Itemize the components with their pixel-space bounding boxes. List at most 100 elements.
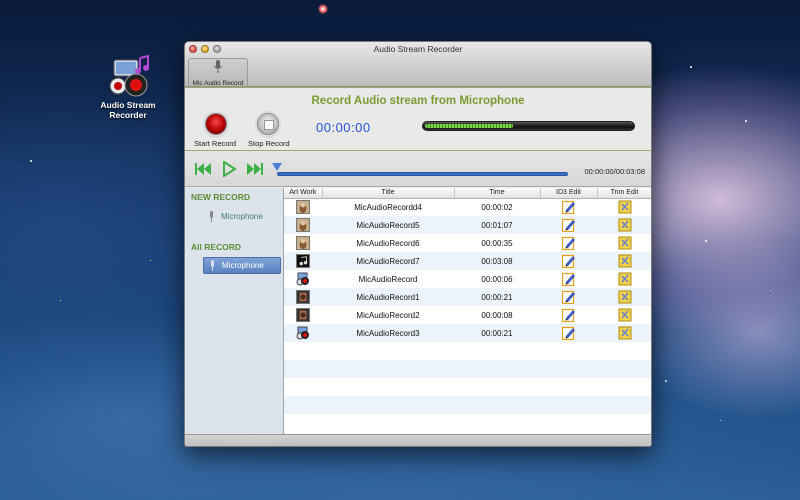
empty-row (284, 396, 651, 414)
play-button[interactable] (220, 160, 238, 178)
art-work-cell (284, 252, 322, 270)
art-work-cell (284, 270, 322, 288)
trim-edit-cell (597, 288, 651, 306)
star (770, 290, 771, 291)
id3-edit-icon[interactable] (561, 236, 576, 250)
art-work-cell (284, 306, 322, 324)
column-header-art-work[interactable]: Art Work (284, 188, 323, 199)
title-cell: MicAudioRecord (322, 270, 454, 288)
stop-record-label[interactable]: Stop Record (248, 139, 290, 148)
id3-edit-icon[interactable] (561, 201, 576, 215)
trim-edit-icon[interactable] (618, 290, 632, 304)
app-window: Audio Stream Recorder Mic Audio Record R… (184, 41, 652, 447)
sidebar-heading-new-record: NEW RECORD (191, 192, 251, 202)
skip-forward-icon (247, 163, 263, 175)
title-cell: MicAudioRecordd4 (322, 198, 454, 216)
microphone-icon (211, 259, 214, 271)
trim-edit-icon[interactable] (618, 236, 632, 250)
play-icon (223, 160, 237, 178)
table-row[interactable]: MicAudioRecord1 00:00:21 (284, 288, 651, 306)
column-header-trim-edit[interactable]: Trim Edit (597, 188, 651, 199)
table-row[interactable]: MicAudioRecord3 00:00:21 (284, 324, 651, 342)
start-record-label[interactable]: Start Record (194, 139, 236, 148)
table-row[interactable]: MicAudioRecordd4 00:00:02 (284, 198, 651, 216)
trim-edit-icon[interactable] (618, 272, 632, 286)
table-row[interactable]: MicAudioRecord5 00:01:07 (284, 216, 651, 234)
sidebar-item-label: Microphone (222, 261, 264, 270)
art-work-cell (284, 216, 322, 234)
input-level-fill (425, 124, 513, 128)
column-header-time[interactable]: Time (454, 188, 541, 199)
trim-edit-icon[interactable] (618, 200, 632, 214)
start-record-button[interactable] (205, 113, 227, 135)
id3-edit-icon[interactable] (561, 308, 576, 322)
id3-edit-cell (540, 270, 597, 288)
time-cell: 00:00:21 (454, 288, 540, 306)
title-bar[interactable]: Audio Stream Recorder Mic Audio Record (185, 42, 651, 87)
record-timer: 00:00:00 (316, 120, 371, 135)
id3-edit-cell (540, 252, 597, 270)
id3-edit-cell (540, 234, 597, 252)
playback-controls: 00:00:00/00:03:08 (185, 151, 651, 187)
id3-edit-icon[interactable] (561, 272, 576, 286)
title-cell: MicAudioRecord5 (322, 216, 454, 234)
sidebar-item-all-microphone[interactable]: Microphone (203, 257, 281, 274)
star (665, 380, 667, 382)
table-row[interactable]: MicAudioRecord6 00:00:35 (284, 234, 651, 252)
album-art-icon (296, 308, 310, 322)
table-row[interactable]: MicAudioRecord 00:00:06 (284, 270, 651, 288)
sidebar-item-label: Microphone (221, 212, 263, 221)
sidebar-heading-all-record: All RECORD (191, 242, 242, 252)
trim-edit-cell (597, 252, 651, 270)
table-row[interactable]: MicAudioRecord7 00:03:08 (284, 252, 651, 270)
title-cell: MicAudioRecord7 (322, 252, 454, 270)
id3-edit-icon[interactable] (561, 254, 576, 268)
time-cell: 00:00:08 (454, 306, 540, 324)
album-art-icon (296, 218, 310, 232)
playback-progress-bar[interactable] (277, 172, 568, 176)
empty-row (284, 414, 651, 432)
time-cell: 00:03:08 (454, 252, 540, 270)
red-star (318, 4, 328, 14)
table-header-row: Art Work Title Time ID3 Edit Trim Edit (284, 188, 651, 199)
mic-audio-record-tab[interactable]: Mic Audio Record (188, 58, 248, 87)
playhead-thumb[interactable] (272, 163, 282, 171)
window-title: Audio Stream Recorder (373, 44, 463, 54)
id3-edit-cell (540, 288, 597, 306)
time-cell: 00:01:07 (454, 216, 540, 234)
skip-back-icon (195, 163, 211, 175)
next-track-button[interactable] (246, 161, 264, 177)
trim-edit-cell (597, 198, 651, 216)
trim-edit-icon[interactable] (618, 326, 632, 340)
status-bar (185, 434, 651, 446)
album-art-icon (296, 290, 310, 304)
sidebar: NEW RECORD Microphone All RECORD Microph… (185, 188, 284, 434)
id3-edit-icon[interactable] (561, 218, 576, 232)
time-cell: 00:00:06 (454, 270, 540, 288)
id3-edit-cell (540, 198, 597, 216)
album-art-icon (296, 326, 310, 340)
trim-edit-cell (597, 270, 651, 288)
id3-edit-cell (540, 216, 597, 234)
art-work-cell (284, 324, 322, 342)
desktop-app-icon[interactable]: Audio Stream Recorder (96, 54, 160, 120)
record-panel: Record Audio stream from Microphone Star… (185, 87, 651, 151)
app-logo-icon (100, 54, 156, 100)
album-art-icon (296, 272, 310, 286)
column-header-id3-edit[interactable]: ID3 Edit (540, 188, 598, 199)
id3-edit-cell (540, 324, 597, 342)
table-row[interactable]: MicAudioRecord2 00:00:08 (284, 306, 651, 324)
trim-edit-cell (597, 306, 651, 324)
trim-edit-icon[interactable] (618, 308, 632, 322)
title-cell: MicAudioRecord3 (322, 324, 454, 342)
trim-edit-icon[interactable] (618, 218, 632, 232)
stop-record-button[interactable] (257, 113, 279, 135)
art-work-cell (284, 288, 322, 306)
sidebar-item-new-microphone[interactable]: Microphone (203, 208, 281, 225)
column-header-title[interactable]: Title (322, 188, 455, 199)
trim-edit-icon[interactable] (618, 254, 632, 268)
id3-edit-icon[interactable] (561, 290, 576, 304)
previous-track-button[interactable] (194, 161, 212, 177)
trim-edit-cell (597, 216, 651, 234)
id3-edit-icon[interactable] (561, 326, 576, 340)
